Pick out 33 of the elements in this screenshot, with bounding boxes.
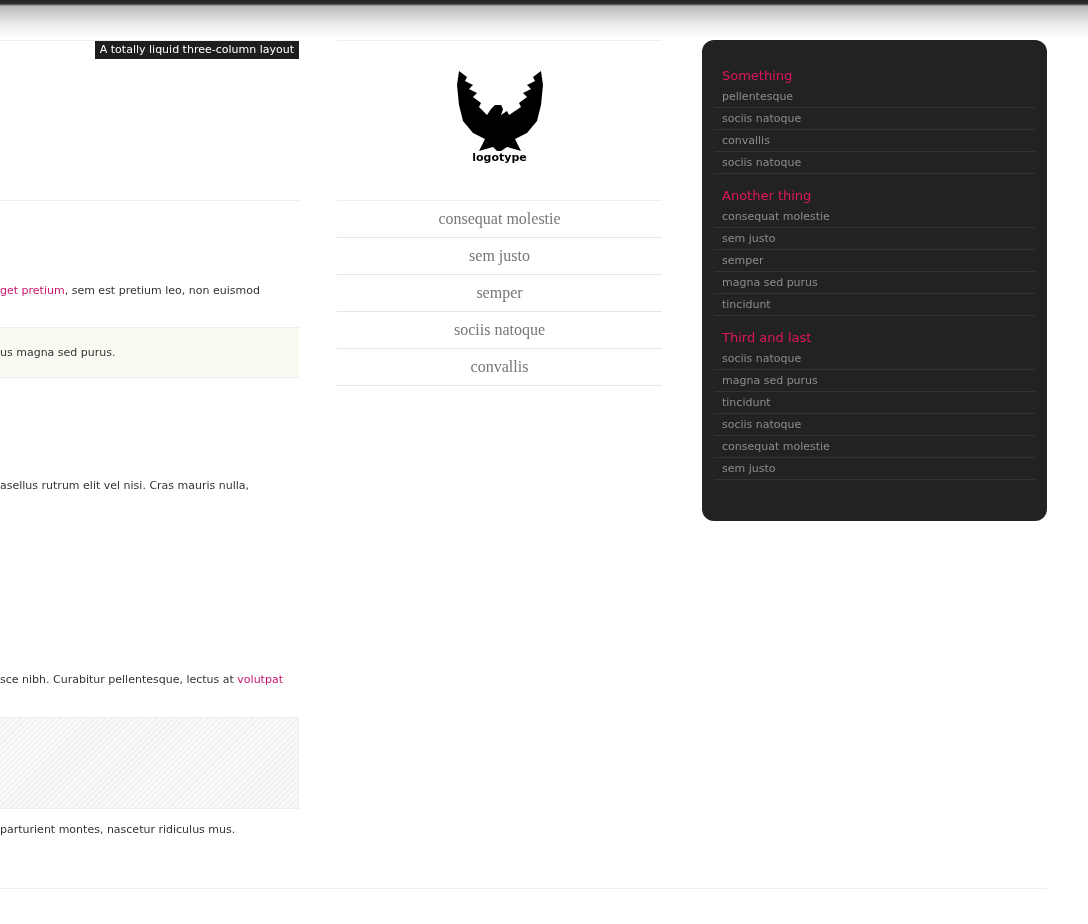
sidebar-link[interactable]: tincidunt <box>714 392 1035 414</box>
sidebar-link[interactable]: tincidunt <box>714 294 1035 316</box>
text-link[interactable]: get pretium <box>0 284 65 297</box>
sidebar-link[interactable]: consequat molestie <box>714 436 1035 458</box>
nav-link[interactable]: consequat molestie <box>337 201 662 238</box>
body-paragraph: sce nibh. Curabitur pellentesque, lectus at volutpat <box>0 672 284 688</box>
nav-link[interactable]: convallis <box>337 349 662 386</box>
sidebar-link[interactable]: sociis natoque <box>714 348 1035 370</box>
sidebar-heading: Another thing <box>721 187 813 205</box>
body-paragraph: asellus rutrum elit vel nisi. Cras mauris nulla, <box>0 478 251 494</box>
sidebar-link[interactable]: sociis natoque <box>714 152 1035 174</box>
eagle-icon <box>456 71 543 151</box>
nav-link[interactable]: semper <box>337 275 662 312</box>
tagline: A totally liquid three-column layout <box>94 41 299 59</box>
sidebar-link[interactable]: magna sed purus <box>714 272 1035 294</box>
logo-text: logotype <box>472 151 527 164</box>
sidebar-link[interactable]: sociis natoque <box>714 108 1035 130</box>
sidebar-link[interactable]: semper <box>714 250 1035 272</box>
sidebar-link[interactable]: sem justo <box>714 228 1035 250</box>
body-paragraph: get pretium, sem est pretium leo, non euismod <box>0 283 261 299</box>
sidebar-heading: Third and last <box>721 329 813 347</box>
nav-link[interactable]: sociis natoque <box>337 312 662 349</box>
sidebar-heading: Something <box>721 67 794 85</box>
sidebar-link[interactable]: sociis natoque <box>714 414 1035 436</box>
sidebar-link[interactable]: sem justo <box>714 458 1035 480</box>
sidebar-link[interactable]: pellentesque <box>714 86 1035 108</box>
sidebar-link[interactable]: magna sed purus <box>714 370 1035 392</box>
text-link[interactable]: volutpat <box>237 673 283 686</box>
callout-text: us magna sed purus. <box>0 344 116 361</box>
sidebar-link[interactable]: consequat molestie <box>714 206 1035 228</box>
nav-link[interactable]: sem justo <box>337 238 662 275</box>
body-paragraph: parturient montes, nascetur ridiculus mus. <box>0 822 237 838</box>
sidebar-link[interactable]: convallis <box>714 130 1035 152</box>
